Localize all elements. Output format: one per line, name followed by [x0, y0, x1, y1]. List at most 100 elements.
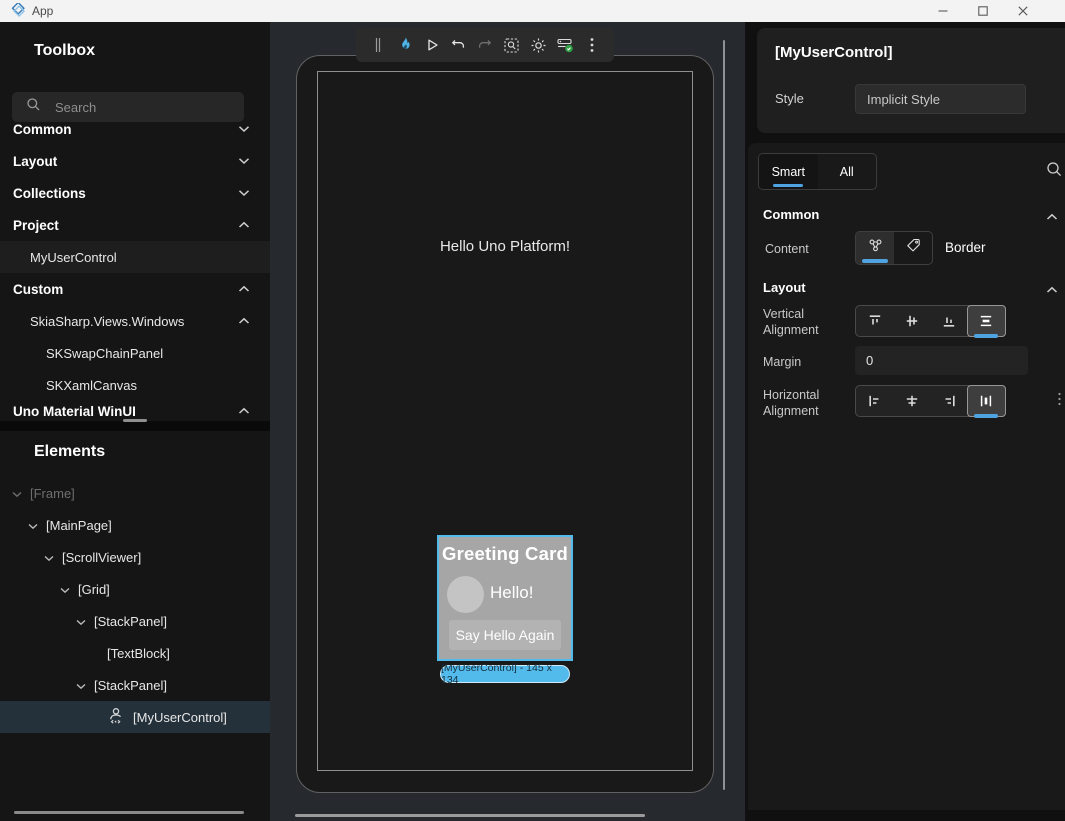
chevron-down-icon [238, 184, 250, 202]
valign-top-button[interactable] [856, 306, 893, 336]
vertical-alignment-toggle [855, 305, 1006, 337]
toolbox-item-skxamlcanvas[interactable]: SKXamlCanvas [0, 369, 270, 401]
content-value[interactable]: Border [945, 240, 986, 255]
halign-center-button[interactable] [893, 386, 930, 416]
connection-status-button[interactable] [553, 33, 577, 57]
margin-label: Margin [763, 354, 801, 370]
chevron-down-icon[interactable] [76, 678, 86, 693]
play-button[interactable] [420, 33, 444, 57]
canvas-hscrollbar[interactable] [295, 814, 645, 817]
style-label: Style [775, 91, 804, 106]
content-literal-mode-button[interactable] [894, 232, 932, 264]
tree-item-mainpage[interactable]: [MainPage] [0, 509, 270, 541]
valign-bottom-button[interactable] [931, 306, 968, 336]
chevron-down-icon[interactable] [12, 486, 22, 501]
usercontrol-icon [106, 707, 126, 728]
theme-toggle-button[interactable] [527, 33, 551, 57]
toolbox-section-custom[interactable]: Custom [0, 273, 270, 305]
hot-design-flame-icon[interactable] [393, 33, 417, 57]
chevron-up-icon [238, 216, 250, 234]
properties-tabs: Smart All [758, 153, 877, 190]
toolbox-title: Toolbox [34, 42, 95, 60]
close-button[interactable] [1003, 0, 1043, 22]
tree-item-scrollviewer[interactable]: [ScrollViewer] [0, 541, 270, 573]
valign-center-button[interactable] [893, 306, 930, 336]
greeting-card-title: Greeting Card [437, 543, 573, 565]
chevron-down-icon[interactable] [44, 550, 54, 565]
tab-all[interactable]: All [818, 154, 877, 189]
toolbox-section-layout[interactable]: Layout [0, 145, 270, 177]
margin-input[interactable]: 0 [855, 346, 1028, 375]
panel-drag-handle[interactable] [123, 419, 147, 422]
toolbox-section-unomaterial[interactable]: Uno Material WinUI [0, 401, 270, 421]
canvas-textblock[interactable]: Hello Uno Platform! [317, 238, 693, 255]
row-more-options-icon[interactable] [1057, 392, 1062, 411]
halign-right-button[interactable] [931, 386, 968, 416]
content-mode-toggle [855, 231, 933, 265]
greeting-card-text: Hello! [490, 583, 533, 603]
toolbox-section-collections[interactable]: Collections [0, 177, 270, 209]
horizontal-alignment-toggle [855, 385, 1006, 417]
tag-icon [905, 237, 922, 259]
hierarchy-icon [867, 237, 884, 259]
say-hello-again-button[interactable]: Say Hello Again [449, 620, 561, 650]
greeting-card-avatar [447, 576, 484, 613]
canvas-vscrollbar[interactable] [723, 40, 725, 790]
app-logo-icon [10, 3, 26, 24]
elements-title: Elements [34, 443, 105, 461]
active-toggle-indicator [974, 334, 998, 338]
chevron-down-icon[interactable] [76, 614, 86, 629]
chevron-up-icon [238, 280, 250, 298]
properties-search-icon[interactable] [1046, 161, 1063, 183]
app-window: App Toolbox Common Layout Collections Pr… [0, 0, 1065, 821]
chevron-down-icon [238, 120, 250, 138]
selection-size-badge: [MyUserControl] - 145 x 134 [440, 665, 570, 683]
window-title: App [32, 4, 53, 18]
halign-left-button[interactable] [856, 386, 893, 416]
toolbox-section-project[interactable]: Project [0, 209, 270, 241]
toolbox-section-skiasharp[interactable]: SkiaSharp.Views.Windows [0, 305, 270, 337]
design-toolbar [356, 28, 614, 62]
valign-stretch-button[interactable] [967, 305, 1006, 337]
tree-item-frame[interactable]: [Frame] [0, 477, 270, 509]
active-tab-indicator [773, 184, 803, 188]
chevron-down-icon[interactable] [28, 518, 38, 533]
selected-control-title: [MyUserControl] [775, 44, 893, 61]
style-input[interactable]: Implicit Style [855, 84, 1026, 114]
tree-item-myusercontrol[interactable]: [MyUserControl] [0, 701, 270, 733]
tree-item-stackpanel-2[interactable]: [StackPanel] [0, 669, 270, 701]
vertical-alignment-label: Vertical Alignment [763, 306, 845, 338]
more-options-button[interactable] [580, 33, 604, 57]
toolbar-drag-handle[interactable] [366, 33, 390, 57]
content-label: Content [765, 241, 809, 257]
active-toggle-indicator [974, 414, 998, 418]
halign-stretch-button[interactable] [967, 385, 1006, 417]
chevron-down-icon [238, 152, 250, 170]
left-panel-hscrollbar[interactable] [14, 811, 244, 814]
minimize-button[interactable] [923, 0, 963, 22]
chevron-up-icon [238, 312, 250, 330]
horizontal-alignment-label: Horizontal Alignment [763, 387, 845, 419]
section-layout: Layout [763, 280, 806, 295]
tree-item-textblock[interactable]: [TextBlock] [0, 637, 270, 669]
panel-divider[interactable] [0, 421, 270, 431]
tab-smart[interactable]: Smart [759, 154, 818, 189]
toolbox-item-skswapchainpanel[interactable]: SKSwapChainPanel [0, 337, 270, 369]
element-inspect-button[interactable] [500, 33, 524, 57]
chevron-up-icon[interactable] [1046, 208, 1058, 226]
tree-item-grid[interactable]: [Grid] [0, 573, 270, 605]
redo-button[interactable] [473, 33, 497, 57]
titlebar: App [0, 0, 1065, 22]
active-toggle-indicator [862, 259, 888, 263]
maximize-button[interactable] [963, 0, 1003, 22]
tree-item-stackpanel-1[interactable]: [StackPanel] [0, 605, 270, 637]
chevron-down-icon[interactable] [60, 582, 70, 597]
toolbox-section-common[interactable]: Common [0, 113, 270, 145]
chevron-up-icon[interactable] [1046, 281, 1058, 299]
content-element-mode-button[interactable] [856, 232, 894, 264]
undo-button[interactable] [446, 33, 470, 57]
left-panel: Toolbox Common Layout Collections Projec… [0, 22, 270, 821]
toolbox-item-myusercontrol[interactable]: MyUserControl [0, 241, 270, 273]
section-common: Common [763, 207, 819, 222]
chevron-up-icon [238, 402, 250, 420]
